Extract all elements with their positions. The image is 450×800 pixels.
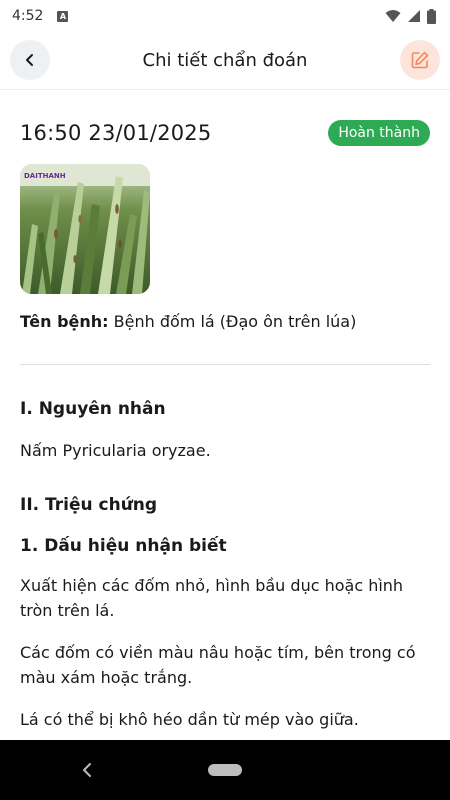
- divider: [20, 364, 430, 365]
- status-time: 4:52: [12, 8, 44, 24]
- symptom-paragraph: Lá có thể bị khô héo dần từ mép vào giữa…: [20, 710, 359, 729]
- meta-row: 16:50 23/01/2025 Hoàn thành: [20, 120, 430, 146]
- edit-icon: [411, 51, 429, 69]
- notification-icon: A: [57, 10, 69, 22]
- system-nav-bar: [0, 740, 450, 800]
- signal-icon: [408, 10, 420, 22]
- cause-text: Nấm Pyricularia oryzae.: [20, 441, 211, 460]
- app-header: Chi tiết chẩn đoán: [0, 32, 450, 90]
- battery-icon: [427, 8, 436, 24]
- symptom-paragraph: Các đốm có viền màu nâu hoặc tím, bên tr…: [20, 643, 416, 687]
- cause-heading: I. Nguyên nhân: [20, 399, 166, 419]
- disease-name: Bệnh đốm lá (Đạo ôn trên lúa): [113, 312, 357, 331]
- status-bar: 4:52 A: [0, 0, 450, 32]
- disease-row: Tên bệnh: Bệnh đốm lá (Đạo ôn trên lúa): [20, 312, 356, 331]
- status-badge: Hoàn thành: [328, 120, 430, 146]
- wifi-icon: [385, 10, 401, 22]
- image-watermark: DAITHANH: [24, 172, 66, 180]
- rice-leaf-photo: DAITHANH: [20, 164, 150, 294]
- edit-button[interactable]: [400, 40, 440, 80]
- back-button[interactable]: [10, 40, 50, 80]
- nav-back-icon[interactable]: [78, 760, 98, 780]
- nav-home-pill[interactable]: [208, 764, 242, 776]
- symptom-paragraph: Xuất hiện các đốm nhỏ, hình bầu dục hoặc…: [20, 576, 404, 620]
- chevron-left-icon: [26, 54, 33, 66]
- disease-label: Tên bệnh:: [20, 312, 109, 331]
- diagnosis-detail: 16:50 23/01/2025 Hoàn thành DAITHANH Tên…: [20, 90, 430, 740]
- page-title: Chi tiết chẩn đoán: [142, 50, 308, 71]
- signs-heading: 1. Dấu hiệu nhận biết: [20, 536, 227, 556]
- symptoms-heading: II. Triệu chứng: [20, 495, 158, 515]
- diagnosis-image[interactable]: DAITHANH: [20, 164, 150, 294]
- diagnosis-datetime: 16:50 23/01/2025: [20, 121, 212, 145]
